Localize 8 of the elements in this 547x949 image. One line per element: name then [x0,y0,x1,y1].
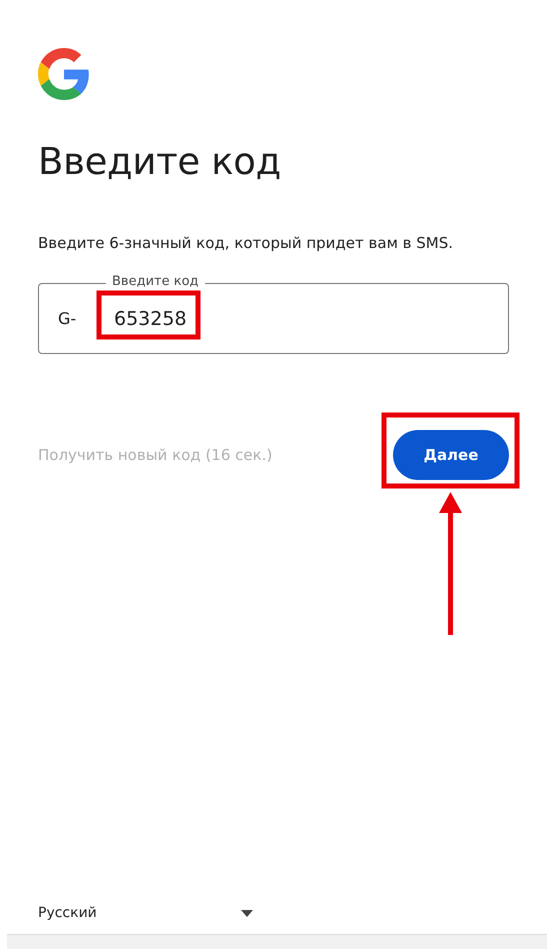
page-heading: Введите код [38,140,282,184]
google-logo-icon [38,48,90,100]
dropdown-caret-icon[interactable] [241,910,253,916]
code-value: 653258 [114,308,314,330]
language-selector[interactable]: Русский [38,905,241,921]
instructions-text: Введите 6-значный код, который придет вам в SMS. [38,233,454,253]
code-prefix: G- [58,309,78,328]
next-button[interactable]: Далее [393,430,509,480]
